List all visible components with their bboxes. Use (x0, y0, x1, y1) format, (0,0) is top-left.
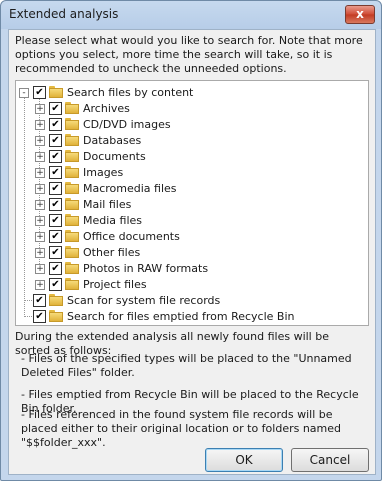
close-button[interactable]: x (345, 5, 375, 24)
folder-icon (65, 182, 79, 194)
tree-item-category[interactable]: + ✔ Photos in RAW formats (16, 261, 366, 277)
checkbox[interactable]: ✔ (49, 150, 62, 163)
cancel-button[interactable]: Cancel (291, 448, 369, 472)
tree-item-option[interactable]: ✔ Search for files emptied from Recycle B… (16, 309, 366, 325)
expand-icon[interactable]: + (35, 248, 45, 258)
checkbox[interactable]: ✔ (33, 294, 46, 307)
tree-item-category[interactable]: + ✔ Media files (16, 213, 366, 229)
folder-icon (65, 118, 79, 130)
tree-item-category[interactable]: + ✔ Mail files (16, 197, 366, 213)
checkbox[interactable]: ✔ (49, 278, 62, 291)
expand-icon[interactable]: + (35, 184, 45, 194)
tree-item-label: Databases (83, 134, 142, 147)
tree-item-option[interactable]: ✔ Scan for system file records (16, 293, 366, 309)
tree-item-category[interactable]: + ✔ Databases (16, 133, 366, 149)
checkbox[interactable]: ✔ (49, 198, 62, 211)
folder-icon (49, 86, 63, 98)
window-title: Extended analysis (9, 7, 119, 21)
dialog-window: Extended analysis x Please select what w… (0, 0, 382, 481)
folder-icon (65, 134, 79, 146)
search-options-tree[interactable]: - ✔ Search files by content + ✔ Archives + ✔ CD/… (15, 80, 369, 326)
title-bar[interactable]: Extended analysis x (1, 1, 381, 29)
checkbox[interactable]: ✔ (49, 246, 62, 259)
tree-item-label: Images (83, 166, 124, 179)
folder-icon (65, 198, 79, 210)
tree-item-label: Office documents (83, 230, 180, 243)
tree-item-label: Other files (83, 246, 141, 259)
checkbox[interactable]: ✔ (49, 262, 62, 275)
expand-icon[interactable]: + (35, 216, 45, 226)
tree-item-root[interactable]: - ✔ Search files by content (16, 85, 366, 101)
expand-icon[interactable]: + (35, 168, 45, 178)
expand-icon[interactable]: + (35, 104, 45, 114)
checkbox[interactable]: ✔ (49, 118, 62, 131)
tree-item-category[interactable]: + ✔ Office documents (16, 229, 366, 245)
tree-item-label: Mail files (83, 198, 132, 211)
checkbox[interactable]: ✔ (49, 166, 62, 179)
folder-icon (65, 102, 79, 114)
checkbox[interactable]: ✔ (49, 214, 62, 227)
note-item: - Files referenced in the found system f… (21, 408, 342, 449)
checkbox[interactable]: ✔ (33, 86, 46, 99)
tree-item-label: Archives (83, 102, 130, 115)
folder-icon (65, 214, 79, 226)
ok-button[interactable]: OK (205, 448, 283, 472)
tree-item-category[interactable]: + ✔ Archives (16, 101, 366, 117)
tree-item-label: Scan for system file records (67, 294, 221, 307)
folder-icon (49, 310, 63, 322)
tree-item-label: Macromedia files (83, 182, 177, 195)
folder-icon (49, 294, 63, 306)
folder-icon (65, 166, 79, 178)
folder-icon (65, 150, 79, 162)
checkbox[interactable]: ✔ (49, 102, 62, 115)
checkbox[interactable]: ✔ (33, 310, 46, 323)
tree-item-label: Media files (83, 214, 143, 227)
expand-icon[interactable]: + (35, 232, 45, 242)
checkbox[interactable]: ✔ (49, 182, 62, 195)
tree-item-category[interactable]: + ✔ Project files (16, 277, 366, 293)
tree-item-label: Photos in RAW formats (83, 262, 209, 275)
tree-item-label: Search files by content (67, 86, 194, 99)
folder-icon (65, 262, 79, 274)
folder-icon (65, 230, 79, 242)
tree-item-category[interactable]: + ✔ Other files (16, 245, 366, 261)
expand-icon[interactable]: + (35, 120, 45, 130)
intro-text: Please select what would you like to sea… (15, 34, 363, 75)
collapse-icon[interactable]: - (19, 88, 29, 98)
tree-item-category[interactable]: + ✔ Images (16, 165, 366, 181)
folder-icon (65, 246, 79, 258)
expand-icon[interactable]: + (35, 200, 45, 210)
expand-icon[interactable]: + (35, 264, 45, 274)
tree-item-category[interactable]: + ✔ Macromedia files (16, 181, 366, 197)
expand-icon[interactable]: + (35, 280, 45, 290)
tree-item-label: CD/DVD images (83, 118, 171, 131)
tree-item-label: Documents (83, 150, 146, 163)
dialog-body: Please select what would you like to sea… (8, 29, 376, 475)
tree-item-category[interactable]: + ✔ CD/DVD images (16, 117, 366, 133)
tree-item-label: Search for files emptied from Recycle Bi… (67, 310, 295, 323)
folder-icon (65, 278, 79, 290)
tree-item-category[interactable]: + ✔ Documents (16, 149, 366, 165)
note-item: - Files of the specified types will be p… (21, 352, 352, 379)
checkbox[interactable]: ✔ (49, 230, 62, 243)
expand-icon[interactable]: + (35, 136, 45, 146)
checkbox[interactable]: ✔ (49, 134, 62, 147)
tree-item-label: Project files (83, 278, 147, 291)
expand-icon[interactable]: + (35, 152, 45, 162)
